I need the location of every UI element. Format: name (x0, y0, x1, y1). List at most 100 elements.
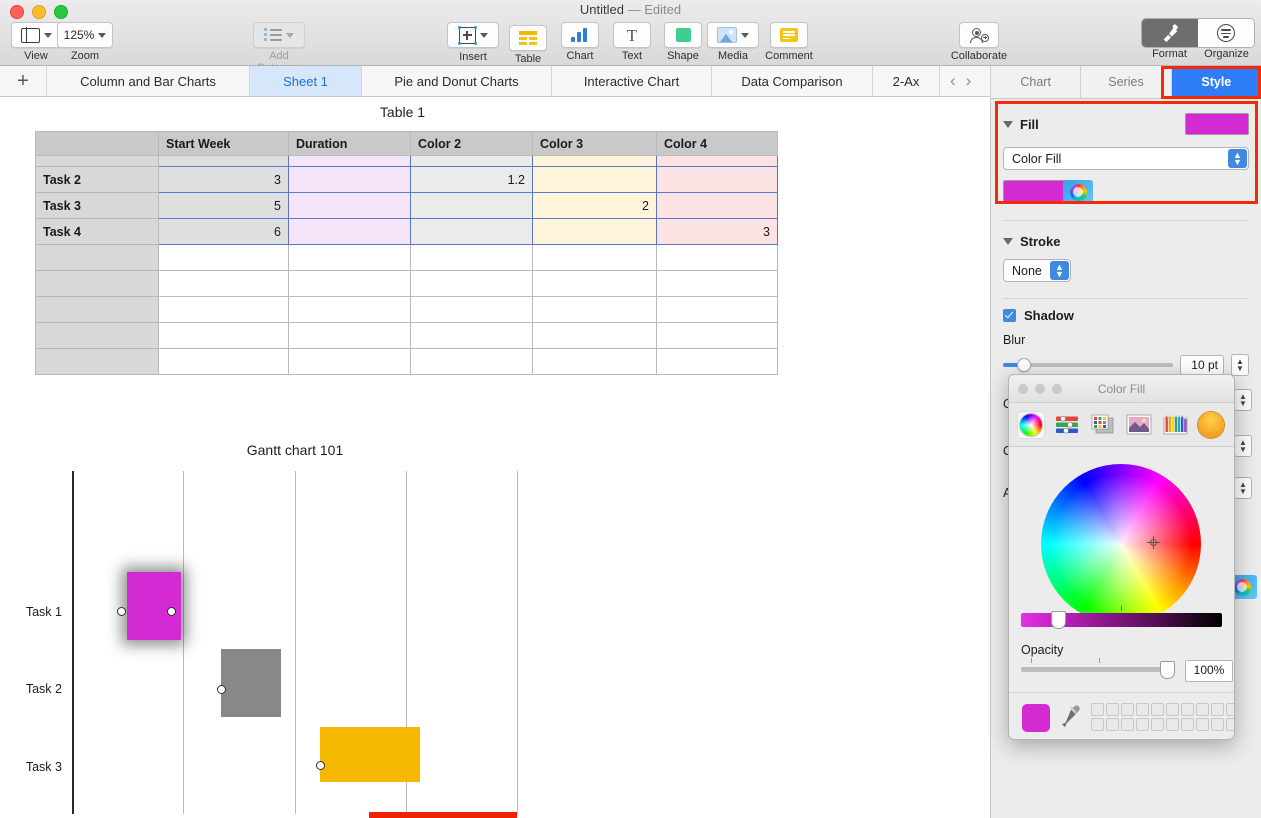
palette-slot[interactable] (1151, 718, 1164, 731)
row-header-empty[interactable] (36, 297, 159, 323)
cell-empty[interactable] (289, 349, 411, 375)
table-button[interactable] (509, 25, 547, 51)
table-row-empty[interactable] (36, 271, 778, 297)
palette-slot[interactable] (1151, 703, 1164, 716)
sheet-tab-data-comparison[interactable]: Data Comparison (712, 66, 873, 96)
table-col-header-color-4[interactable]: Color 4 (657, 132, 778, 156)
row-header-empty[interactable] (36, 349, 159, 375)
sheet-tab-pie-and-donut-charts[interactable]: Pie and Donut Charts (362, 66, 552, 96)
color-wheel-marker[interactable] (1147, 536, 1160, 549)
table-col-header-start-week[interactable]: Start Week (159, 132, 289, 156)
cell-clipped-start-week[interactable] (159, 156, 289, 167)
minimize-icon[interactable] (1035, 384, 1045, 394)
cell-empty[interactable] (533, 271, 657, 297)
table-row-empty[interactable] (36, 349, 778, 375)
cell-task-4-color-2[interactable] (411, 219, 533, 245)
chart-button[interactable] (561, 22, 599, 48)
cell-task-4-duration[interactable] (289, 219, 411, 245)
palette-slot[interactable] (1211, 718, 1224, 731)
blur-slider[interactable] (1003, 358, 1173, 372)
row-header-empty[interactable] (36, 323, 159, 349)
cell-clipped-duration[interactable] (289, 156, 411, 167)
fill-section-header[interactable]: Fill (991, 113, 1261, 135)
comment-control[interactable]: Comment (760, 22, 818, 62)
stroke-type-menu[interactable]: None ▲ ▼ (1003, 259, 1071, 282)
cell-empty[interactable] (533, 349, 657, 375)
color-wheel-tab[interactable] (1017, 411, 1045, 439)
cell-empty[interactable] (289, 297, 411, 323)
stroke-section-header[interactable]: Stroke (991, 230, 1261, 252)
cell-task-2-duration[interactable] (289, 167, 411, 193)
gantt-bar-handle-start[interactable] (117, 607, 126, 616)
cell-empty[interactable] (657, 349, 778, 375)
cell-empty[interactable] (657, 297, 778, 323)
row-header-empty[interactable] (36, 245, 159, 271)
table-control[interactable]: Table (500, 22, 556, 65)
hidden-stepper-1[interactable]: ▲▼ (1234, 389, 1252, 411)
stroke-type-popup[interactable]: None ▲ ▼ (1003, 259, 1071, 282)
cell-empty[interactable] (411, 323, 533, 349)
opacity-slider-knob[interactable] (1160, 661, 1175, 679)
row-header-empty[interactable] (36, 271, 159, 297)
cell-clipped-color-2[interactable] (411, 156, 533, 167)
table-row-empty[interactable] (36, 245, 778, 271)
add-sheet-button[interactable]: + (0, 66, 47, 96)
table-row[interactable]: Task 2 3 1.2 (36, 167, 778, 193)
gantt-bar-task-1[interactable] (127, 572, 181, 640)
chart-control[interactable]: Chart (552, 22, 608, 62)
sheet-tab-interactive-chart[interactable]: Interactive Chart (552, 66, 712, 96)
organize-button[interactable] (1198, 19, 1254, 47)
gantt-chart[interactable]: Gantt chart 101 Task 1 Task 2 Task 3 Tas… (0, 437, 990, 817)
blur-stepper-icon[interactable]: ▲ ▼ (1231, 354, 1249, 376)
maximize-icon[interactable] (1052, 384, 1062, 394)
color-palette-grid[interactable] (1091, 703, 1235, 731)
hidden-stepper-2[interactable]: ▲▼ (1234, 435, 1252, 457)
hidden-stepper-3[interactable]: ▲▼ (1234, 477, 1252, 499)
fill-type-stepper-icon[interactable]: ▲ ▼ (1228, 149, 1247, 168)
palette-slot[interactable] (1196, 703, 1209, 716)
cell-task-3-start-week[interactable]: 5 (159, 193, 289, 219)
cell-task-4-color-3[interactable] (533, 219, 657, 245)
palette-slot[interactable] (1166, 703, 1179, 716)
opacity-slider-track[interactable] (1021, 667, 1167, 672)
cell-empty[interactable] (411, 245, 533, 271)
media-control[interactable]: Media (704, 22, 762, 62)
fill-color-well[interactable] (1003, 180, 1067, 204)
table-col-header-duration[interactable]: Duration (289, 132, 411, 156)
table-row-clipped[interactable] (36, 156, 778, 167)
color-popup-window-controls[interactable] (1018, 384, 1062, 394)
cell-empty[interactable] (533, 245, 657, 271)
cell-empty[interactable] (657, 271, 778, 297)
cell-task-3-color-3[interactable]: 2 (533, 193, 657, 219)
gantt-bar-handle-end[interactable] (167, 607, 176, 616)
row-header-task-2[interactable]: Task 2 (36, 167, 159, 193)
color-sliders-tab[interactable] (1053, 411, 1081, 439)
cell-task-4-color-4[interactable]: 3 (657, 219, 778, 245)
cell-task-2-start-week[interactable]: 3 (159, 167, 289, 193)
cell-task-3-duration[interactable] (289, 193, 411, 219)
palette-slot[interactable] (1106, 718, 1119, 731)
cell-empty[interactable] (159, 271, 289, 297)
cell-task-3-color-2[interactable] (411, 193, 533, 219)
insert-control[interactable]: Insert (445, 22, 501, 63)
table-col-header-color-3[interactable]: Color 3 (533, 132, 657, 156)
cell-clipped-color-3[interactable] (533, 156, 657, 167)
palette-slot[interactable] (1121, 703, 1134, 716)
table-row[interactable]: Task 3 5 2 (36, 193, 778, 219)
row-header-task-4[interactable]: Task 4 (36, 219, 159, 245)
cell-empty[interactable] (411, 271, 533, 297)
palette-slot[interactable] (1121, 718, 1134, 731)
fill-type-menu[interactable]: Color Fill ▲ ▼ (1003, 147, 1249, 170)
fill-color-row[interactable] (1003, 180, 1249, 204)
palette-slot[interactable] (1091, 718, 1104, 731)
gantt-bar-task-4[interactable] (369, 812, 517, 818)
data-table[interactable]: Start Week Duration Color 2 Color 3 Colo… (35, 131, 778, 375)
color-popup-tabs[interactable] (1009, 403, 1234, 447)
opacity-value-field[interactable]: 100% (1185, 660, 1233, 682)
cell-empty[interactable] (289, 323, 411, 349)
cell-task-2-color-4[interactable] (657, 167, 778, 193)
insert-button[interactable] (447, 22, 499, 48)
row-header-task-3[interactable]: Task 3 (36, 193, 159, 219)
fill-preview-swatch[interactable] (1185, 113, 1249, 135)
pencils-tab[interactable] (1161, 411, 1189, 439)
